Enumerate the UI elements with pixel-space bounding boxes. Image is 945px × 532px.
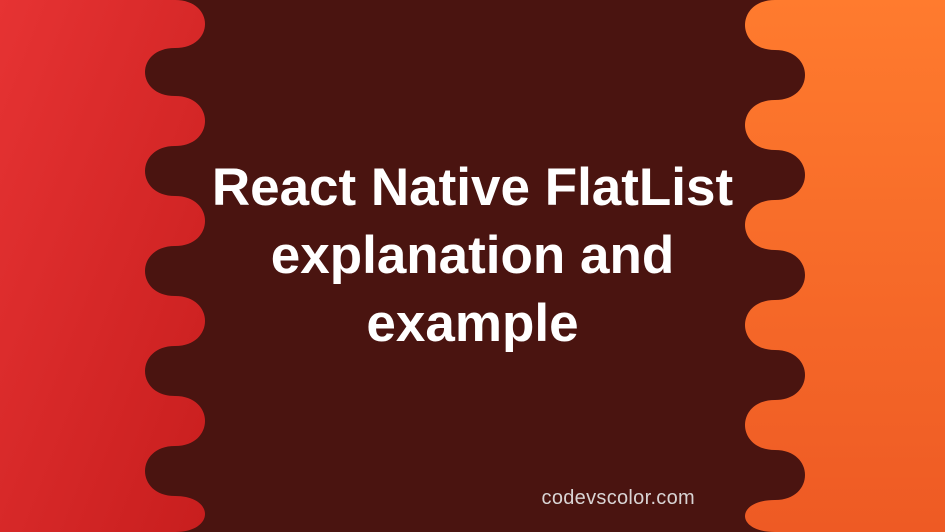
- banner-container: React Native FlatList explanation and ex…: [0, 0, 945, 532]
- watermark-text: codevscolor.com: [542, 487, 695, 510]
- banner-title: React Native FlatList explanation and ex…: [193, 154, 753, 357]
